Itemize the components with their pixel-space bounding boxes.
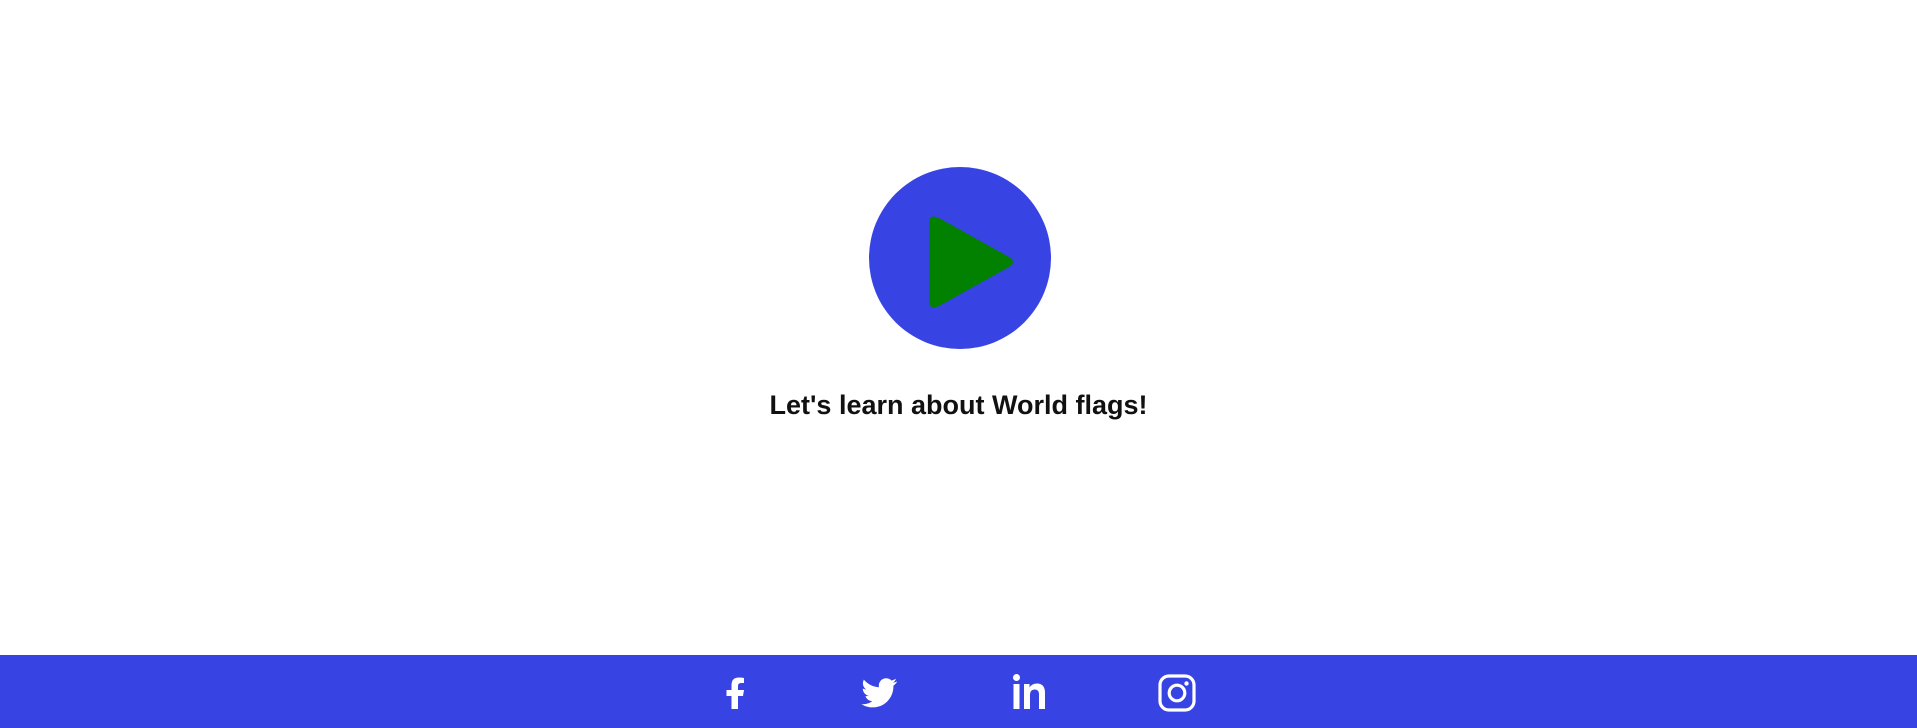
instagram-link[interactable] (1153, 669, 1201, 717)
linkedin-link[interactable] (1005, 669, 1053, 717)
linkedin-icon (1013, 674, 1045, 709)
page: Let's learn about World flags! (0, 0, 1917, 728)
twitter-icon (861, 678, 897, 708)
twitter-link[interactable] (855, 669, 903, 717)
page-tagline: Let's learn about World flags! (769, 390, 1148, 420)
play-button[interactable] (869, 167, 1051, 349)
instagram-icon (1158, 674, 1196, 712)
facebook-icon (726, 677, 744, 709)
play-icon (929, 216, 1013, 308)
footer (0, 655, 1917, 728)
facebook-link[interactable] (711, 669, 759, 717)
hero-section: Let's learn about World flags! (0, 0, 1917, 655)
